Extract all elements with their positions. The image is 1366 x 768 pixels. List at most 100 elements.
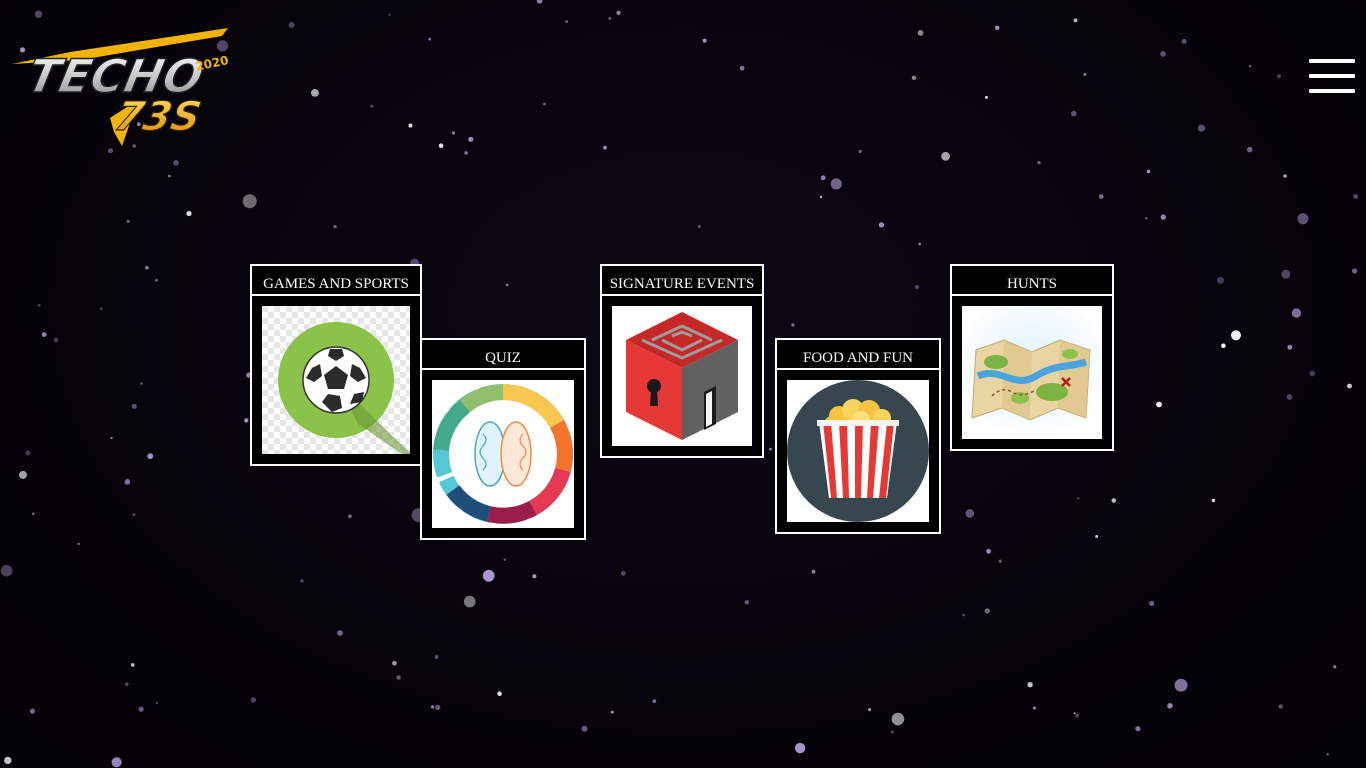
star: [140, 382, 143, 385]
star: [1083, 73, 1087, 76]
event-card-title: GAMES AND SPORTS: [252, 266, 420, 296]
star: [173, 160, 179, 166]
star: [819, 195, 823, 198]
star: [155, 701, 158, 705]
star: [794, 742, 806, 754]
star: [532, 574, 537, 579]
star: [1032, 706, 1036, 710]
star: [396, 675, 401, 680]
star: [1353, 194, 1358, 199]
star: [697, 225, 701, 228]
hamburger-menu-button[interactable]: [1309, 58, 1355, 96]
event-card-games-and-sports[interactable]: GAMES AND SPORTS: [250, 264, 422, 466]
star: [125, 682, 129, 686]
page-background: TECHO 73S 2020 GAMES AND SPORTS QUIZ SIG…: [0, 0, 1366, 768]
star: [1073, 18, 1078, 23]
star: [1246, 146, 1253, 153]
star: [242, 194, 257, 209]
star: [652, 699, 657, 703]
star: [621, 570, 626, 576]
star: [1217, 276, 1224, 284]
star: [154, 278, 158, 282]
star: [998, 559, 1002, 563]
star: [994, 25, 1000, 31]
star: [1231, 330, 1241, 341]
star: [1073, 712, 1076, 715]
star: [130, 663, 135, 667]
star: [505, 283, 509, 287]
star: [941, 151, 950, 161]
star: [1326, 753, 1329, 756]
star: [311, 89, 319, 97]
star: [0, 564, 13, 577]
star: [918, 242, 922, 246]
star: [1146, 169, 1151, 174]
star: [891, 712, 905, 726]
event-card-hunts[interactable]: HUNTS: [950, 264, 1114, 451]
event-card-title: QUIZ: [422, 340, 584, 370]
star: [1277, 74, 1281, 78]
star: [408, 123, 413, 128]
event-card-quiz[interactable]: QUIZ: [420, 338, 586, 540]
star: [1167, 703, 1173, 709]
star: [769, 447, 772, 451]
star: [868, 708, 872, 712]
star: [1197, 124, 1205, 132]
svg-text:73S: 73S: [111, 92, 206, 139]
star: [464, 151, 468, 155]
star: [915, 285, 919, 289]
star: [348, 514, 352, 519]
star: [430, 705, 435, 709]
star: [1160, 51, 1166, 57]
star: [29, 708, 36, 714]
star: [962, 613, 965, 617]
star: [434, 655, 439, 659]
star: [1160, 214, 1167, 220]
event-card-food-and-fun[interactable]: FOOD AND FUN: [775, 338, 941, 534]
star: [1291, 308, 1302, 318]
star: [1071, 110, 1077, 117]
star: [1111, 498, 1117, 503]
event-card-title: SIGNATURE EVENTS: [602, 266, 762, 296]
star: [739, 65, 745, 71]
star: [435, 704, 441, 711]
star: [1351, 268, 1358, 274]
star: [244, 418, 249, 423]
techo-logo[interactable]: TECHO 73S 2020: [10, 22, 240, 152]
star: [1149, 601, 1155, 606]
brain-wheel-icon: [432, 380, 574, 528]
star: [1248, 65, 1252, 68]
star: [124, 479, 131, 485]
star: [288, 21, 295, 28]
star: [438, 143, 444, 148]
star: [132, 513, 136, 517]
star: [186, 210, 192, 217]
star: [1278, 704, 1283, 709]
star: [25, 450, 31, 456]
soccer-ball-icon: [262, 306, 410, 454]
star: [452, 131, 455, 135]
star: [1027, 682, 1033, 688]
star: [820, 175, 826, 181]
event-card-signature-events[interactable]: SIGNATURE EVENTS: [600, 264, 764, 458]
star: [4, 756, 12, 765]
star: [168, 174, 171, 178]
star: [565, 20, 568, 23]
star: [986, 548, 991, 554]
star: [1287, 344, 1293, 350]
star: [603, 145, 607, 150]
star: [41, 332, 47, 337]
star: [77, 542, 80, 546]
event-card-title: FOOD AND FUN: [777, 340, 939, 370]
star: [791, 323, 795, 327]
star: [1075, 713, 1079, 718]
popcorn-icon: [787, 380, 929, 522]
star: [145, 265, 149, 270]
star: [1283, 174, 1287, 178]
star: [1095, 535, 1099, 538]
star: [1077, 497, 1080, 500]
star: [1211, 498, 1216, 503]
star: [147, 453, 154, 460]
star: [984, 608, 990, 614]
star: [965, 509, 975, 518]
